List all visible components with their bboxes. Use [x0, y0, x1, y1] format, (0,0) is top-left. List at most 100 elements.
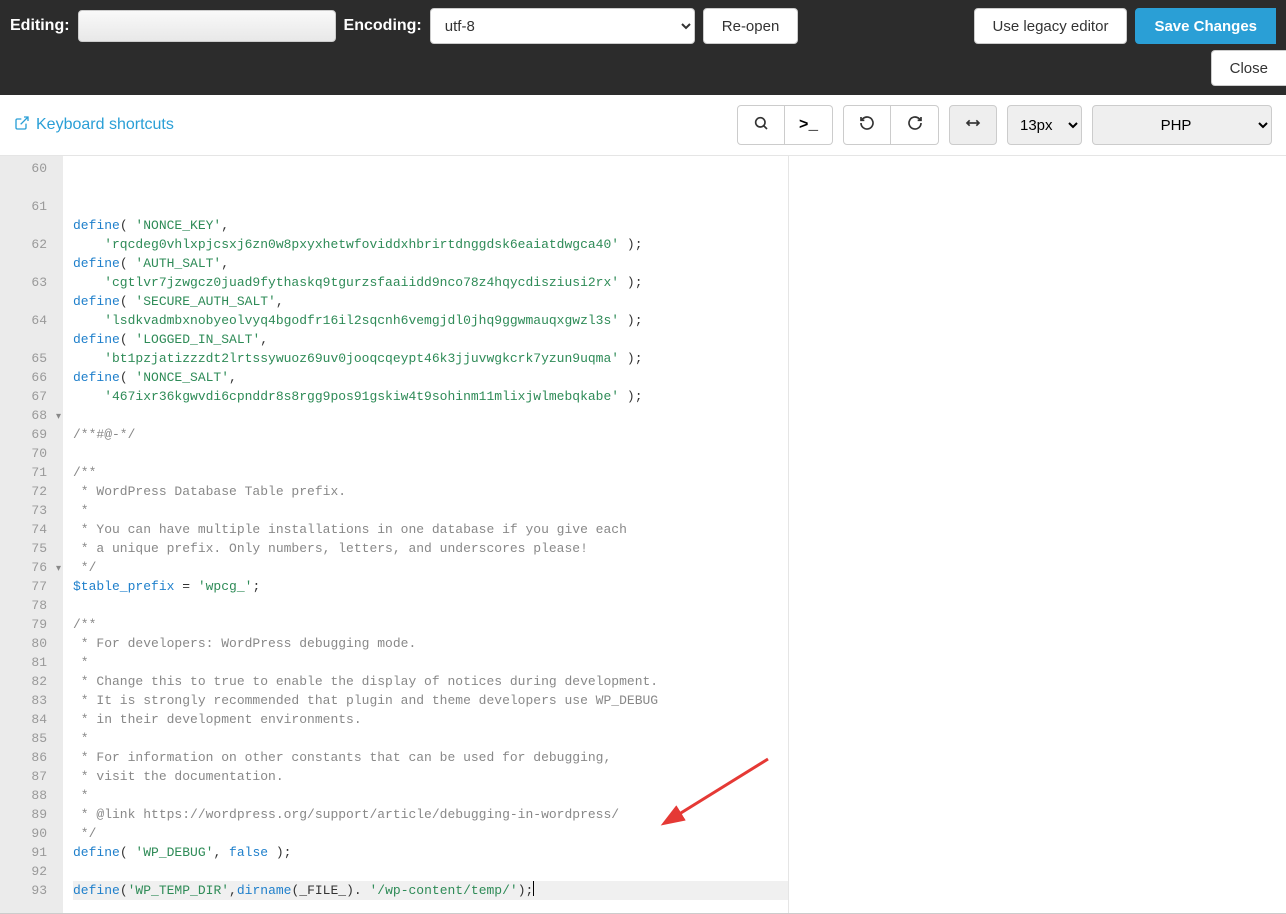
external-link-icon — [14, 115, 30, 136]
code-line[interactable]: define('WP_TEMP_DIR',dirname(_FILE_). '/… — [73, 881, 788, 900]
code-line[interactable]: * a unique prefix. Only numbers, letters… — [73, 539, 788, 558]
code-line[interactable]: * — [73, 786, 788, 805]
code-line[interactable] — [73, 862, 788, 881]
code-line[interactable]: define( 'NONCE_SALT', — [73, 368, 788, 387]
save-changes-button[interactable]: Save Changes — [1135, 8, 1276, 44]
code-line[interactable] — [73, 900, 788, 913]
wrap-toggle-button[interactable] — [949, 105, 997, 145]
code-line[interactable]: * visit the documentation. — [73, 767, 788, 786]
code-line[interactable] — [73, 444, 788, 463]
legacy-editor-button[interactable]: Use legacy editor — [974, 8, 1128, 44]
line-number: 67 — [0, 387, 63, 406]
code-line[interactable]: * Change this to true to enable the disp… — [73, 672, 788, 691]
line-number: 70 — [0, 444, 63, 463]
line-number: 78 — [0, 596, 63, 615]
encoding-select[interactable]: utf-8 — [430, 8, 695, 44]
code-line[interactable]: define( 'AUTH_SALT', — [73, 254, 788, 273]
code-line[interactable]: $table_prefix = 'wpcg_'; — [73, 577, 788, 596]
redo-icon — [907, 115, 923, 136]
editor-area: 606162636465666768▾6970717273747576▾7778… — [0, 156, 1286, 914]
code-line[interactable] — [73, 596, 788, 615]
encoding-label: Encoding: — [344, 17, 422, 35]
editing-filename-input[interactable] — [78, 10, 336, 42]
line-number: 68▾ — [0, 406, 63, 425]
code-line[interactable]: /** — [73, 615, 788, 634]
line-number: 90 — [0, 824, 63, 843]
code-line[interactable]: '467ixr36kgwvdi6cpnddr8s8rgg9pos91gskiw4… — [73, 387, 788, 406]
line-number: 82 — [0, 672, 63, 691]
line-number: 64 — [0, 311, 63, 330]
language-select[interactable]: PHP — [1092, 105, 1272, 145]
line-number: 75 — [0, 539, 63, 558]
line-number: 63 — [0, 273, 63, 292]
line-number: 65 — [0, 349, 63, 368]
undo-redo-group — [843, 105, 939, 145]
line-number: 87 — [0, 767, 63, 786]
code-line[interactable]: define( 'LOGGED_IN_SALT', — [73, 330, 788, 349]
line-number: 88 — [0, 786, 63, 805]
keyboard-shortcuts-link[interactable]: Keyboard shortcuts — [14, 115, 174, 136]
topbar-row: Editing: Encoding: utf-8 Re-open Use leg… — [10, 8, 1276, 44]
line-number — [0, 330, 63, 349]
topbar-row2: Close — [1211, 50, 1286, 86]
line-number: 85 — [0, 729, 63, 748]
terminal-icon: >_ — [799, 116, 818, 134]
line-number: 89 — [0, 805, 63, 824]
text-cursor — [533, 881, 534, 896]
line-number: 72 — [0, 482, 63, 501]
line-number: 84 — [0, 710, 63, 729]
close-button[interactable]: Close — [1211, 50, 1286, 86]
code-line[interactable] — [73, 406, 788, 425]
line-number: 74 — [0, 520, 63, 539]
keyboard-shortcuts-label: Keyboard shortcuts — [36, 116, 174, 134]
code-line[interactable]: * You can have multiple installations in… — [73, 520, 788, 539]
code-line[interactable]: define( 'NONCE_KEY', — [73, 216, 788, 235]
code-line[interactable]: * It is strongly recommended that plugin… — [73, 691, 788, 710]
preview-panel — [788, 156, 1286, 913]
search-button[interactable] — [737, 105, 785, 145]
line-number: 60 — [0, 159, 63, 178]
line-number: 77 — [0, 577, 63, 596]
undo-icon — [859, 115, 875, 136]
code-line[interactable]: * WordPress Database Table prefix. — [73, 482, 788, 501]
code-line[interactable]: /**#@-*/ — [73, 425, 788, 444]
code-line[interactable]: * @link https://wordpress.org/support/ar… — [73, 805, 788, 824]
code-line[interactable]: */ — [73, 558, 788, 577]
line-number: 83 — [0, 691, 63, 710]
line-number: 76▾ — [0, 558, 63, 577]
line-number: 71 — [0, 463, 63, 482]
code-line[interactable]: * For information on other constants tha… — [73, 748, 788, 767]
code-line[interactable]: * For developers: WordPress debugging mo… — [73, 634, 788, 653]
line-number: 92 — [0, 862, 63, 881]
line-number: 73 — [0, 501, 63, 520]
editor-toolbar: Keyboard shortcuts >_ 13px PHP — [0, 95, 1286, 156]
code-line[interactable]: */ — [73, 824, 788, 843]
reopen-button[interactable]: Re-open — [703, 8, 799, 44]
editing-label: Editing: — [10, 17, 70, 35]
terminal-button[interactable]: >_ — [785, 105, 833, 145]
code-line[interactable]: * — [73, 653, 788, 672]
code-line[interactable]: define( 'SECURE_AUTH_SALT', — [73, 292, 788, 311]
code-editor[interactable]: define( 'NONCE_KEY', 'rqcdeg0vhlxpjcsxj6… — [63, 156, 788, 913]
line-number: 66 — [0, 368, 63, 387]
redo-button[interactable] — [891, 105, 939, 145]
code-line[interactable]: /** — [73, 463, 788, 482]
fontsize-select[interactable]: 13px — [1007, 105, 1082, 145]
line-number — [0, 178, 63, 197]
code-line[interactable]: 'lsdkvadmbxnobyeolvyq4bgodfr16il2sqcnh6v… — [73, 311, 788, 330]
undo-button[interactable] — [843, 105, 891, 145]
line-number: 61 — [0, 197, 63, 216]
search-icon — [753, 115, 769, 136]
line-number: 91 — [0, 843, 63, 862]
code-line[interactable]: * — [73, 729, 788, 748]
code-line[interactable]: 'bt1pzjatizzzdt2lrtssywuoz69uv0jooqcqeyp… — [73, 349, 788, 368]
line-number: 69 — [0, 425, 63, 444]
code-line[interactable]: * — [73, 501, 788, 520]
code-line[interactable]: define( 'WP_DEBUG', false ); — [73, 843, 788, 862]
code-line[interactable]: 'cgtlvr7jzwgcz0juad9fythaskq9tgurzsfaaii… — [73, 273, 788, 292]
arrows-horizontal-icon — [964, 115, 982, 136]
line-number: 81 — [0, 653, 63, 672]
line-number-gutter[interactable]: 606162636465666768▾6970717273747576▾7778… — [0, 156, 63, 913]
code-line[interactable]: 'rqcdeg0vhlxpjcsxj6zn0w8pxyxhetwfoviddxh… — [73, 235, 788, 254]
code-line[interactable]: * in their development environments. — [73, 710, 788, 729]
